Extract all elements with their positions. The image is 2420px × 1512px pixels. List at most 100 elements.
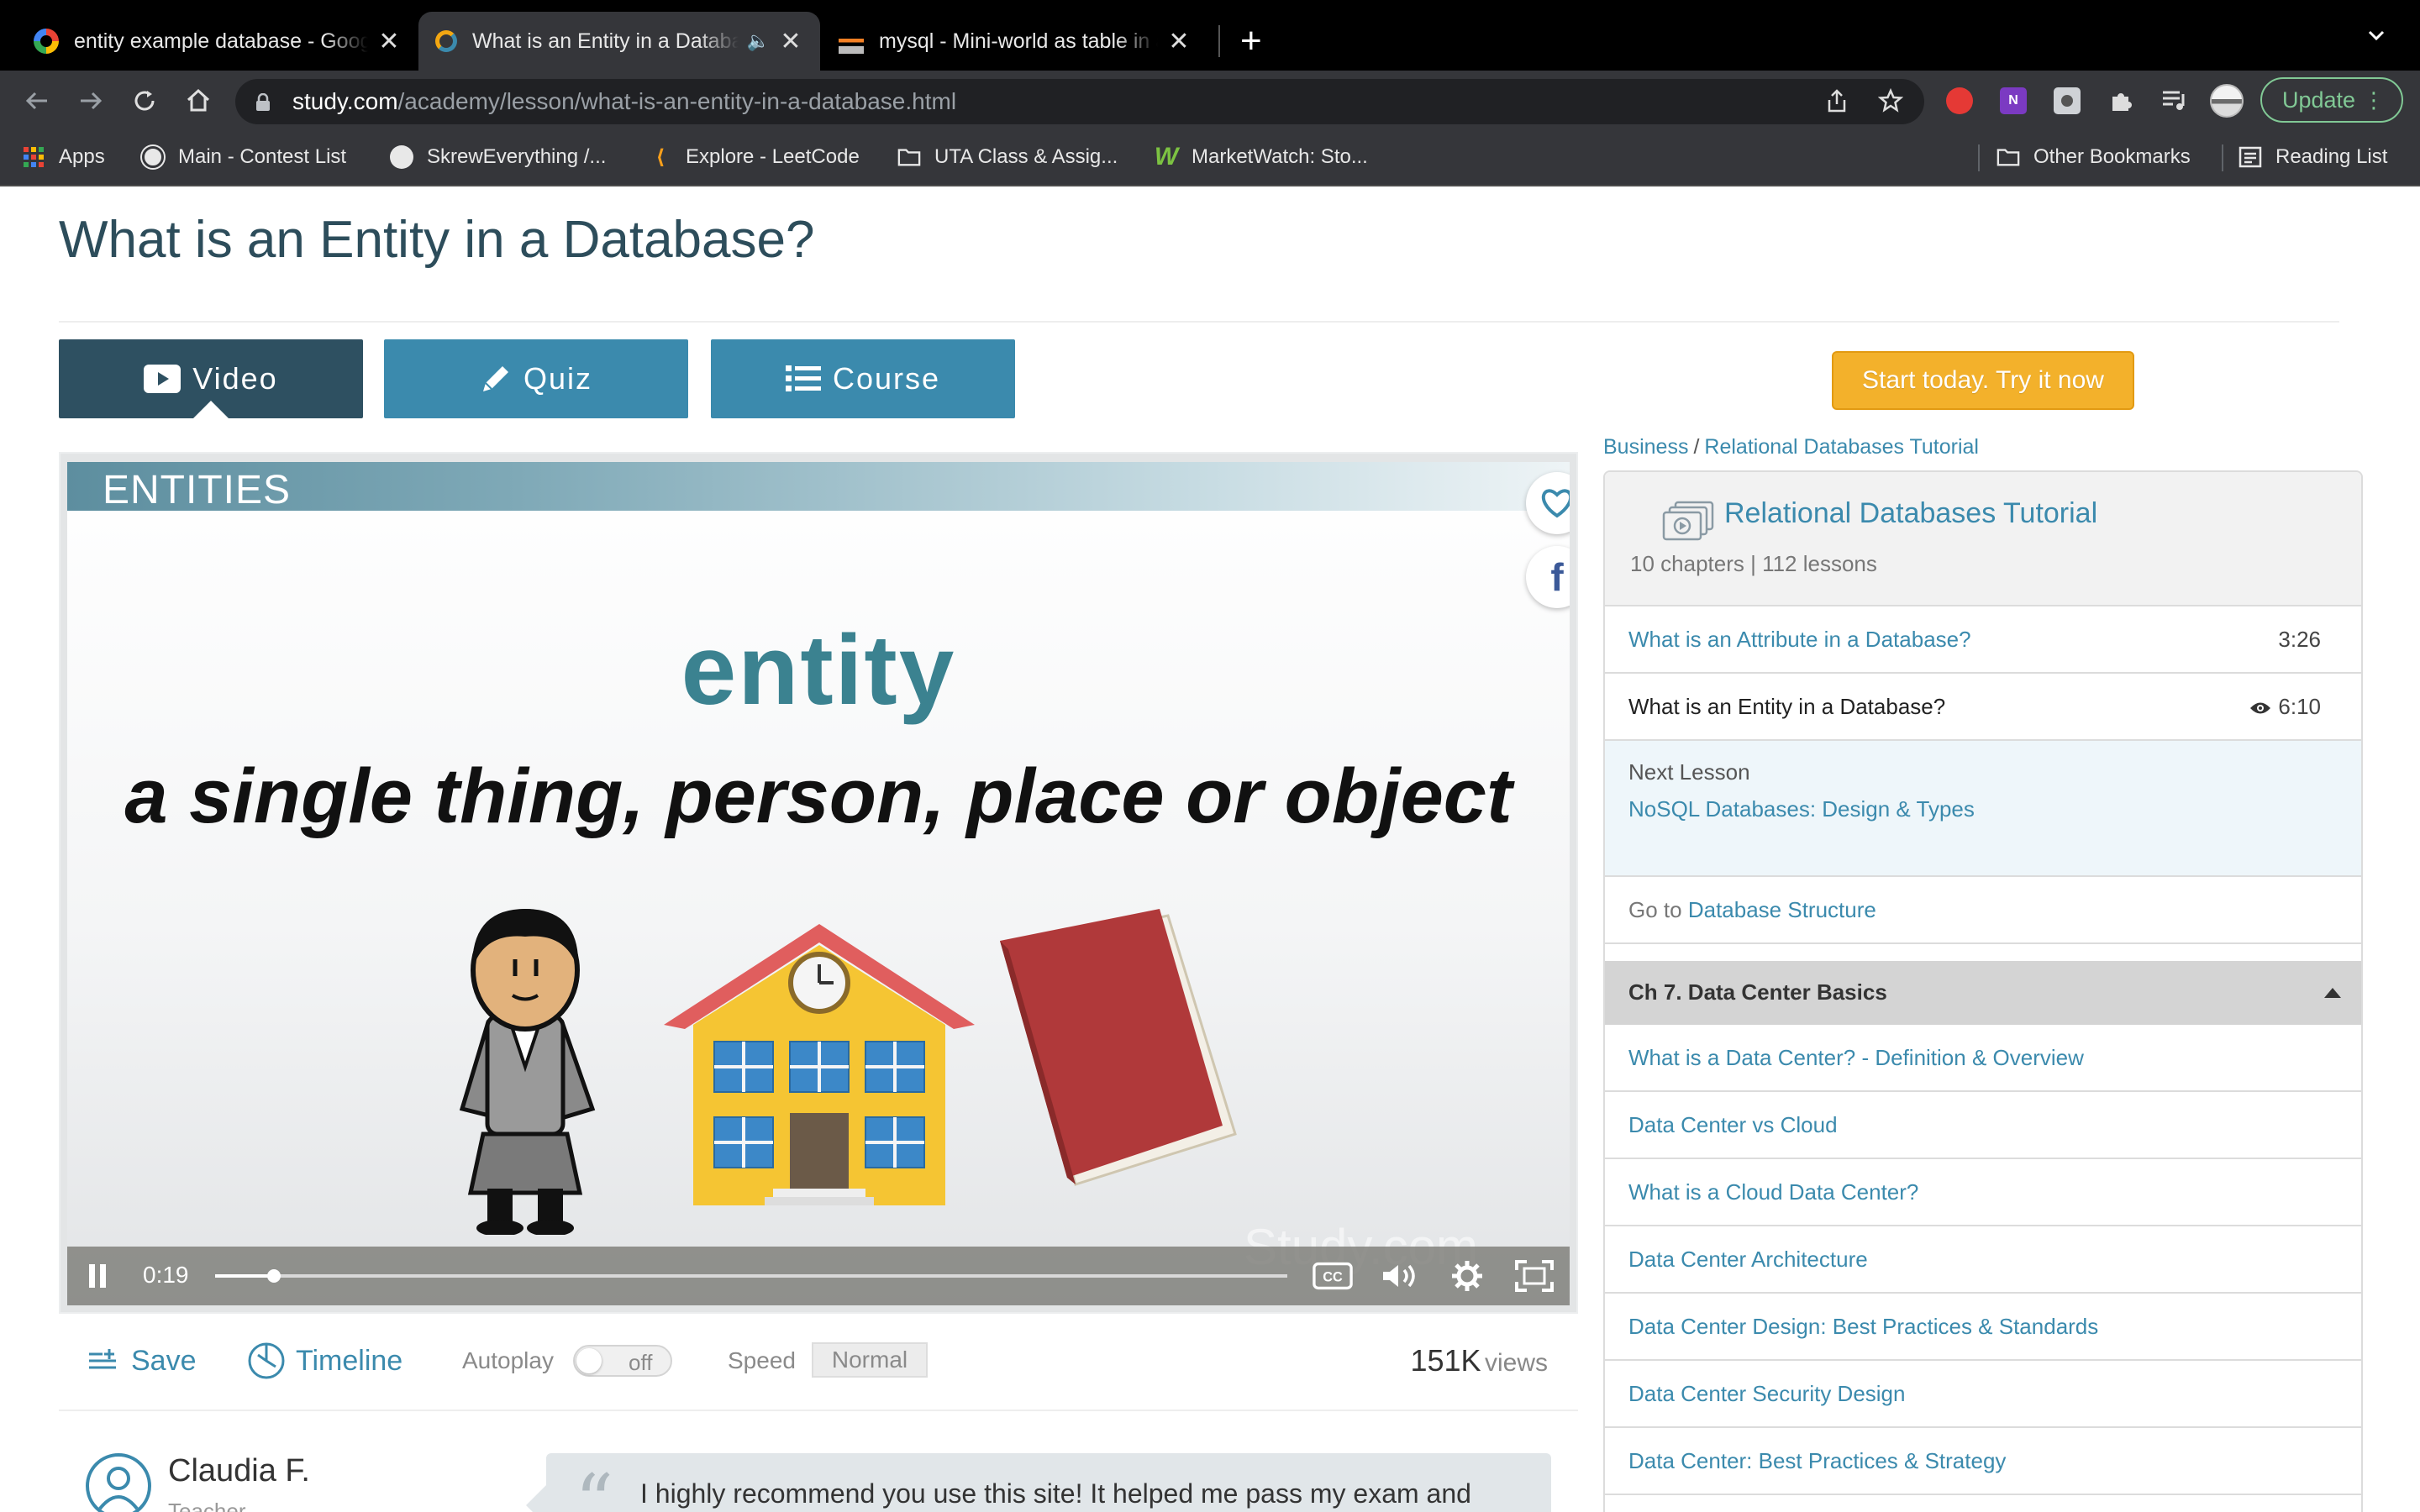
tab-stackoverflow[interactable]: mysql - Mini-world as table in a databas…	[822, 12, 1208, 71]
reading-list[interactable]: Reading List	[2238, 131, 2387, 183]
tab-video[interactable]: Video	[59, 339, 363, 419]
bookmark-label: Explore - LeetCode	[686, 145, 860, 168]
heart-icon	[1541, 489, 1570, 518]
bookmark-leetcode[interactable]: ⟨ Explore - LeetCode	[649, 131, 860, 183]
facebook-share-button[interactable]: f	[1526, 546, 1570, 608]
lesson-item-current[interactable]: What is an Entity in a Database? 6:10	[1605, 674, 2361, 741]
save-button[interactable]: Save	[87, 1337, 197, 1384]
chapter-lesson-item[interactable]: What is a Cloud Data Center?	[1605, 1159, 2361, 1226]
video-player[interactable]: ENTITIES entity a single thing, person, …	[67, 462, 1570, 1305]
course-panel: Relational Databases Tutorial 10 chapter…	[1603, 470, 2363, 1512]
forward-arrow-icon	[81, 92, 103, 110]
timeline-label: Timeline	[296, 1344, 403, 1377]
breadcrumb-course[interactable]: Relational Databases Tutorial	[1704, 435, 1979, 459]
lesson-duration-value: 6:10	[2278, 694, 2321, 719]
chapter-lesson-item[interactable]: Data Center: Best Practices & Strategy	[1605, 1428, 2361, 1495]
cc-icon: CC	[1313, 1262, 1353, 1290]
chapter-lesson-item[interactable]: Data Center vs Cloud	[1605, 1092, 2361, 1159]
bookmark-skreweverything[interactable]: SkrewEverything /...	[390, 131, 606, 183]
forward-button[interactable]	[71, 81, 111, 121]
goto-link[interactable]: Go to Database Structure	[1628, 897, 1876, 923]
url-path: /academy/lesson/what-is-an-entity-in-a-d…	[397, 88, 957, 114]
folder-icon	[1996, 145, 2020, 169]
update-button[interactable]: Update ⋮	[2260, 77, 2403, 123]
tab-study-com[interactable]: What is an Entity in a Database? 🔈 ✕	[418, 12, 820, 71]
share-icon[interactable]	[1818, 82, 1855, 119]
speaker-icon[interactable]: 🔈	[747, 30, 770, 52]
book-illustration	[1000, 909, 1237, 1186]
page-title: What is an Entity in a Database?	[59, 211, 815, 269]
testimonial-name: Claudia F.	[168, 1453, 310, 1488]
new-tab-button[interactable]: +	[1240, 20, 1262, 62]
onenote-extension-icon[interactable]: N	[1995, 82, 2032, 119]
next-lesson-title[interactable]: NoSQL Databases: Design & Types	[1628, 793, 1981, 825]
current-time: 0:19	[143, 1262, 189, 1288]
lesson-title: Data Center Architecture	[1628, 1247, 1868, 1272]
lesson-item[interactable]: What is an Attribute in a Database? 3:26	[1605, 606, 2361, 674]
autoplay-toggle[interactable]: off	[573, 1345, 672, 1377]
bookmark-star-icon[interactable]	[1872, 82, 1909, 119]
other-bookmarks[interactable]: Other Bookmarks	[1996, 131, 2191, 183]
video-controls: 0:19 CC	[67, 1247, 1570, 1305]
chapter-lesson-item[interactable]: Data Center Security Design	[1605, 1361, 2361, 1428]
person-illustration	[459, 909, 596, 1235]
bookmark-contest-list[interactable]: Main - Contest List	[141, 131, 346, 183]
lesson-title: What is a Data Center? - Definition & Ov…	[1628, 1045, 2084, 1070]
volume-button[interactable]	[1380, 1257, 1420, 1295]
bookmark-label: MarketWatch: Sto...	[1192, 145, 1368, 168]
bookmark-marketwatch[interactable]: W MarketWatch: Sto...	[1155, 131, 1368, 183]
bookmark-uta-class[interactable]: UTA Class & Assig...	[897, 131, 1118, 183]
chapter-lesson-item[interactable]: Data Center Architecture	[1605, 1226, 2361, 1294]
start-trial-button[interactable]: Start today. Try it now	[1832, 351, 2134, 410]
quote-mark-icon: “	[575, 1458, 614, 1512]
pause-button[interactable]	[77, 1257, 118, 1295]
bookmark-apps[interactable]: Apps	[22, 131, 105, 183]
chapter-title: Ch 7. Data Center Basics	[1628, 979, 1887, 1005]
adblock-extension-icon[interactable]	[1941, 82, 1978, 119]
screenshot-extension-icon[interactable]	[2049, 82, 2086, 119]
close-tab-icon[interactable]: ✕	[376, 27, 402, 56]
tab-course[interactable]: Course	[711, 339, 1015, 418]
profile-avatar[interactable]	[2208, 82, 2245, 119]
list-icon	[785, 365, 821, 393]
settings-button[interactable]	[1447, 1257, 1487, 1295]
extensions-puzzle-icon[interactable]	[2102, 82, 2139, 119]
chapter-header[interactable]: Ch 7. Data Center Basics	[1605, 961, 2361, 1025]
collapse-caret-icon[interactable]	[2324, 988, 2341, 998]
lesson-duration: 6:10	[2249, 694, 2321, 720]
more-menu-icon[interactable]: ⋮	[2363, 87, 2385, 113]
tab-label: Quiz	[523, 361, 593, 396]
timeline-button[interactable]: Timeline	[247, 1337, 402, 1384]
reload-button[interactable]	[124, 81, 165, 121]
bookmark-label: Other Bookmarks	[2033, 145, 2191, 168]
github-icon	[390, 145, 413, 169]
chapter-lesson-item[interactable]: What is a Data Center? - Definition & Ov…	[1605, 1025, 2361, 1092]
quote-text: I highly recommend you use this site! It…	[640, 1478, 1471, 1509]
views-number: 151K	[1410, 1343, 1481, 1378]
close-tab-icon[interactable]: ✕	[778, 27, 803, 56]
back-button[interactable]	[17, 81, 57, 121]
seek-handle[interactable]	[267, 1269, 281, 1283]
tab-search-chevron-icon[interactable]	[2366, 25, 2386, 45]
speed-select[interactable]: Normal	[812, 1342, 928, 1378]
breadcrumb-business[interactable]: Business	[1603, 435, 1688, 459]
chapter-lesson-item[interactable]: Data Center Design: Best Practices & Sta…	[1605, 1294, 2361, 1361]
fullscreen-button[interactable]	[1514, 1257, 1555, 1295]
media-control-icon[interactable]	[2156, 82, 2193, 119]
house-illustration	[664, 924, 975, 1205]
course-title[interactable]: Relational Databases Tutorial	[1724, 497, 2097, 530]
address-bar[interactable]: study.com/academy/lesson/what-is-an-enti…	[235, 79, 1924, 124]
seek-bar[interactable]	[215, 1269, 1287, 1283]
tab-quiz[interactable]: Quiz	[384, 339, 688, 418]
goto-chapter-row[interactable]: Go to Database Structure	[1605, 877, 2361, 944]
bookmark-label: Main - Contest List	[178, 145, 347, 168]
autoplay-label: Autoplay	[462, 1347, 554, 1373]
tab-title: entity example database - Google Search	[74, 29, 368, 53]
study-com-icon	[435, 30, 457, 52]
close-tab-icon[interactable]: ✕	[1166, 27, 1192, 56]
home-icon	[187, 88, 210, 112]
tab-google-search[interactable]: entity example database - Google Search …	[17, 12, 418, 71]
next-lesson-block[interactable]: Next Lesson NoSQL Databases: Design & Ty…	[1605, 741, 2361, 877]
home-button[interactable]	[178, 81, 218, 121]
captions-button[interactable]: CC	[1313, 1257, 1353, 1295]
